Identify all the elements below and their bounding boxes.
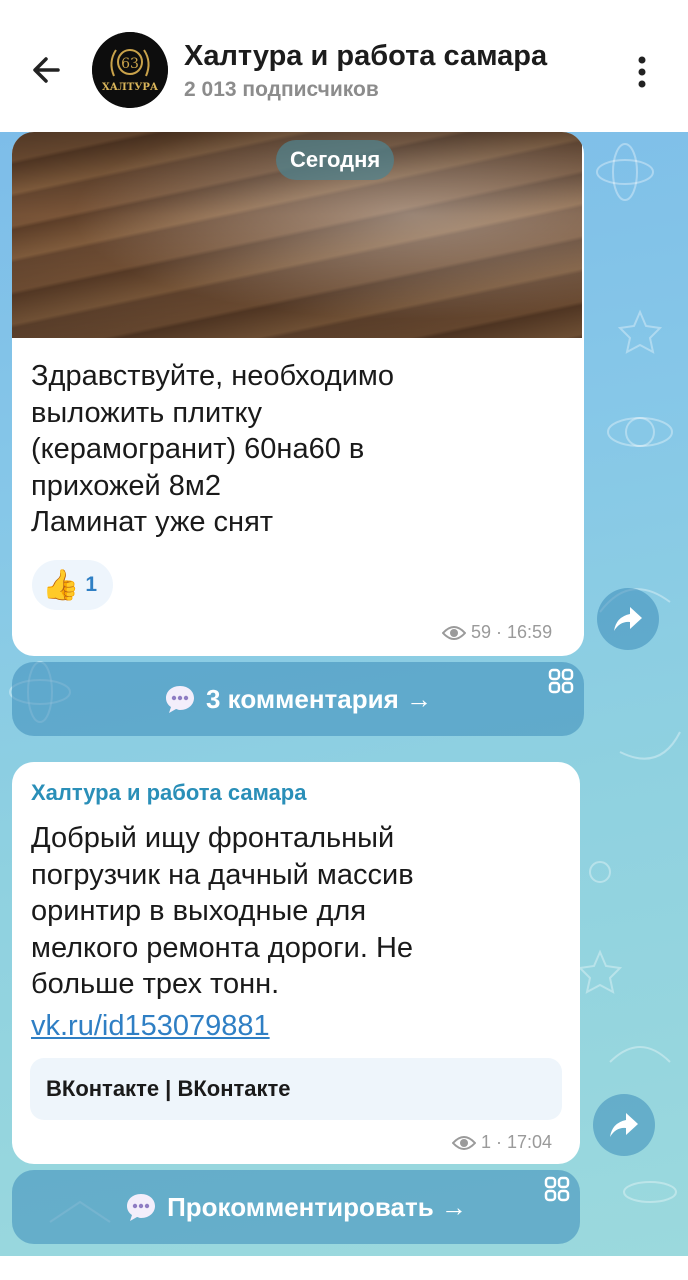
grid-icon[interactable] (548, 668, 574, 694)
speech-bubble-icon (166, 686, 194, 713)
eye-icon (452, 1135, 476, 1150)
eye-icon (442, 625, 466, 640)
message-meta: 1 · 17:04 (452, 1132, 552, 1153)
svg-text:63: 63 (121, 56, 139, 72)
channel-title[interactable]: Халтура и работа самара (184, 40, 547, 73)
link-preview-title: ВКонтакте | ВКонтакте (46, 1076, 291, 1101)
bottom-strip (0, 1256, 688, 1280)
reaction-count: 1 (85, 573, 98, 596)
share-button-2[interactable] (593, 1094, 655, 1156)
comments-label: Прокомментировать → (167, 1191, 467, 1222)
message-text: Здравствуйте, необходимо выложить плитку… (31, 360, 394, 538)
sender-name[interactable]: Халтура и работа самара (31, 780, 306, 806)
message-meta: 59 · 16:59 (442, 622, 552, 643)
speech-bubble-icon (127, 1194, 156, 1221)
thumbs-up-icon: 👍 (42, 568, 80, 602)
meta-separator: · (496, 1132, 503, 1152)
arrow-left-icon (33, 57, 60, 83)
more-menu-button[interactable] (622, 48, 662, 96)
share-button-1[interactable] (597, 588, 659, 650)
link-preview[interactable]: ВКонтакте | ВКонтакте (30, 1058, 562, 1120)
message-bubble-2[interactable]: Халтура и работа самара Добрый ищу фронт… (12, 762, 580, 1164)
more-vertical-icon (638, 56, 646, 88)
reaction-thumbs-up[interactable]: 👍 1 (32, 560, 114, 610)
svg-text:ХАЛТУРА: ХАЛТУРА (102, 82, 159, 93)
back-button[interactable] (22, 46, 70, 94)
channel-logo: 63 ХАЛТУРА (92, 32, 168, 108)
date-separator: Сегодня (276, 140, 395, 180)
message-bubble-1[interactable]: Здравствуйте, необходимо выложить плитку… (12, 132, 584, 656)
chat-header: 63 ХАЛТУРА Халтура и работа самара 2 013… (0, 0, 688, 132)
share-arrow-icon (614, 607, 642, 631)
message-time: 17:04 (507, 1132, 553, 1152)
meta-separator: · (496, 622, 503, 642)
message-time: 16:59 (507, 622, 553, 642)
message-link[interactable]: vk.ru/id153079881 (31, 1010, 270, 1043)
view-count: 1 (481, 1132, 492, 1152)
share-arrow-icon (610, 1113, 638, 1137)
message-text: Добрый ищу фронтальный погрузчик на дачн… (31, 822, 414, 1000)
view-count: 59 (471, 622, 492, 642)
channel-avatar[interactable]: 63 ХАЛТУРА (92, 32, 168, 108)
comments-label: 3 комментария → (206, 683, 432, 714)
subscriber-count: 2 013 подписчиков (184, 78, 379, 101)
comments-button-1[interactable]: 3 комментария → (12, 662, 584, 736)
comments-button-2[interactable]: Прокомментировать → (12, 1170, 580, 1244)
grid-icon[interactable] (544, 1176, 570, 1202)
